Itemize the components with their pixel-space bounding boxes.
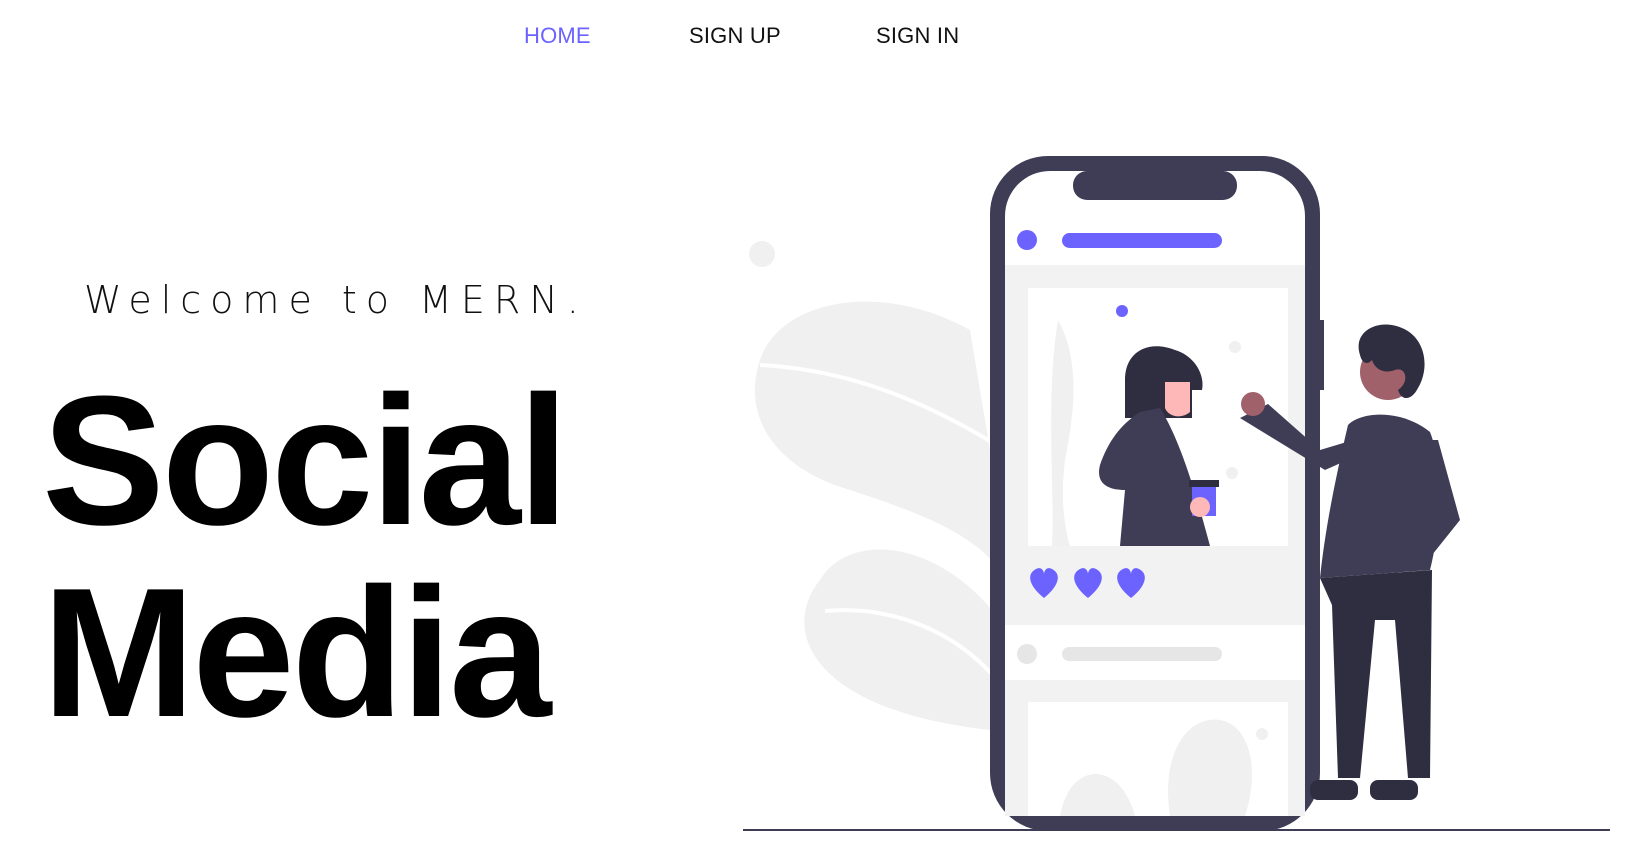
second-post-avatar — [1017, 644, 1037, 664]
man-shoe-right — [1370, 780, 1418, 800]
woman-face — [1165, 382, 1190, 417]
nav-home-link[interactable]: HOME — [524, 18, 591, 54]
photo-dot — [1116, 305, 1128, 317]
nav-signin-link[interactable]: SIGN IN — [876, 18, 959, 54]
second-post-bar — [1062, 647, 1222, 661]
background-leaf-lower — [804, 549, 1000, 730]
second-post-dot — [1256, 728, 1268, 740]
man-shoe-left — [1310, 780, 1358, 800]
photo-dot-gray — [1229, 341, 1241, 353]
man-hand — [1241, 392, 1265, 416]
post-header-bar — [1062, 233, 1222, 248]
post-avatar-dot — [1017, 230, 1037, 250]
person-with-smartphone-illustration — [743, 156, 1610, 831]
phone-side-button — [1318, 320, 1324, 390]
welcome-text: Welcome to MERN. — [84, 278, 588, 322]
landing-page: HOME SIGN UP SIGN IN Welcome to MERN. So… — [0, 0, 1627, 866]
background-leaf-upper — [754, 301, 1010, 570]
nav-signup-link[interactable]: SIGN UP — [689, 18, 781, 54]
photo-dot-gray-2 — [1226, 467, 1238, 479]
coffee-lid — [1189, 480, 1219, 487]
phone-notch — [1073, 171, 1237, 200]
decor-dot — [749, 241, 775, 267]
hero-title-line-1: Social — [42, 357, 569, 563]
hero-title-line-2: Media — [42, 549, 551, 755]
hero-title: Social Media — [42, 357, 569, 755]
woman-hand — [1190, 497, 1210, 517]
top-navigation: HOME SIGN UP SIGN IN — [0, 18, 1627, 54]
man-legs — [1320, 570, 1432, 778]
